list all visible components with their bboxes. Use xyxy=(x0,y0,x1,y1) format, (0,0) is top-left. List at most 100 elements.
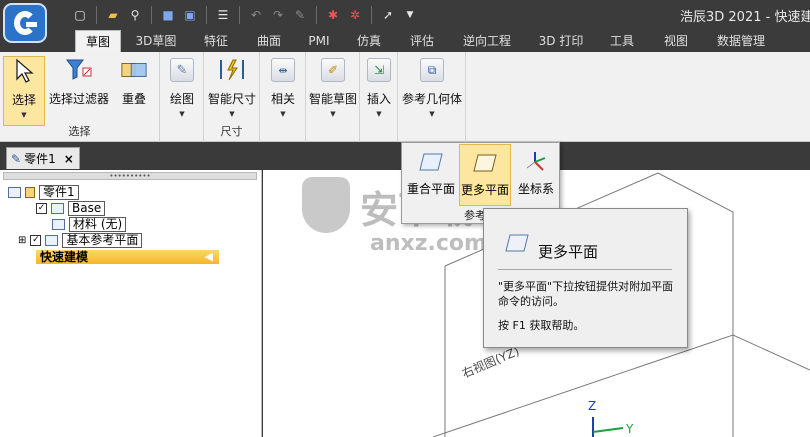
chevron-down-icon: ▼ xyxy=(429,110,435,118)
plane-icon xyxy=(45,235,59,246)
more-planes-item[interactable]: 更多平面 xyxy=(459,144,511,206)
more-planes-icon xyxy=(472,151,498,175)
ribbon: 选择 ▼ 选择过滤器 重叠 选择 ✎ 绘图 ▼ 智能尺寸 ▼ 尺寸 ⇹ 相关 ▼… xyxy=(0,52,810,142)
ref-geometry-icon: ⧉ xyxy=(418,56,446,84)
tree-root-node[interactable]: 零件1 xyxy=(8,185,79,200)
tab-evaluate[interactable]: 评估 xyxy=(400,30,444,52)
tools-icon[interactable]: ✎ xyxy=(290,5,310,25)
relations-button[interactable]: ⇹ 相关 ▼ xyxy=(266,56,300,118)
axis-z-label: Z xyxy=(588,399,597,413)
tooltip-help: 按 F1 获取帮助。 xyxy=(498,319,585,332)
overlap-button[interactable]: 重叠 xyxy=(114,56,154,107)
tab-tools[interactable]: 工具 xyxy=(600,30,644,52)
smart-sketch-button[interactable]: ✐ 智能草图 ▼ xyxy=(307,56,359,118)
tab-surfaces[interactable]: 曲面 xyxy=(247,30,291,52)
more-planes-tooltip: 更多平面 "更多平面"下拉按钮提供对附加平面命令的访问。 按 F1 获取帮助。 xyxy=(483,208,688,348)
smart-sketch-icon: ✐ xyxy=(319,56,347,84)
qat-separator xyxy=(316,6,317,24)
insert-button[interactable]: ⇲ 插入 ▼ xyxy=(363,56,395,118)
ref-geometry-button[interactable]: ⧉ 参考几何体 ▼ xyxy=(400,56,464,118)
part-tree-icon xyxy=(8,187,21,198)
tooltip-description: "更多平面"下拉按钮提供对附加平面命令的访问。 xyxy=(498,280,674,308)
save-as-icon[interactable]: ▣ xyxy=(180,5,200,25)
expand-icon[interactable]: ⊞ xyxy=(18,235,26,246)
group-label-select: 选择 xyxy=(68,125,91,138)
cursor-arrow-icon xyxy=(10,57,38,85)
undo-icon[interactable]: ↶ xyxy=(246,5,266,25)
app-logo-icon[interactable] xyxy=(3,3,47,43)
open-folder-icon[interactable]: ▰ xyxy=(103,5,123,25)
new-file-icon[interactable]: ▢ xyxy=(70,5,90,25)
window-title: 浩辰3D 2021 - 快速建模零 xyxy=(680,10,810,25)
quick-label: 快速建模 xyxy=(40,250,89,264)
collapse-arrow-icon[interactable]: ◀ xyxy=(205,250,213,264)
chevron-down-icon: ▼ xyxy=(229,110,235,118)
insert-icon: ⇲ xyxy=(365,56,393,84)
customize-icon[interactable]: ▼ xyxy=(400,5,420,25)
tab-3d-print[interactable]: 3D 打印 xyxy=(530,30,592,52)
title-bar: ▢ ▰ ⚲ ■ ▣ ☰ ↶ ↷ ✎ ✱ ✲ ➚ ▼ 浩辰3D 2021 - 快速… xyxy=(0,0,810,43)
symbol-check-icon[interactable]: ✲ xyxy=(345,5,365,25)
relations-icon: ⇹ xyxy=(269,56,297,84)
chevron-down-icon: ▼ xyxy=(280,110,286,118)
tooltip-divider xyxy=(498,269,672,270)
qat-separator xyxy=(371,6,372,24)
symbol-icon[interactable]: ✱ xyxy=(323,5,343,25)
tree-material-node[interactable]: 材料 (无) xyxy=(52,217,127,232)
qat-separator xyxy=(239,6,240,24)
overlap-icon xyxy=(120,56,148,84)
pointer-icon[interactable]: ➚ xyxy=(378,5,398,25)
tab-pmi[interactable]: PMI xyxy=(300,30,338,52)
coincident-plane-item[interactable]: 重合平面 xyxy=(405,144,457,206)
sketch-icon xyxy=(51,203,64,214)
ribbon-group-relations: ⇹ 相关 ▼ xyxy=(260,52,306,142)
visibility-checkbox[interactable]: ✓ xyxy=(36,203,47,214)
pane-grip[interactable]: •••••••••• xyxy=(3,172,257,180)
properties-icon[interactable]: ☰ xyxy=(213,5,233,25)
tab-3d-sketch[interactable]: 3D草图 xyxy=(127,30,185,52)
smart-dimension-button[interactable]: 智能尺寸 ▼ xyxy=(206,56,258,118)
coordinate-system-item[interactable]: 坐标系 xyxy=(513,144,559,206)
tree-planes-node[interactable]: ⊞ ✓ 基本参考平面 xyxy=(18,233,143,248)
tab-data-management[interactable]: 数据管理 xyxy=(708,30,774,52)
ribbon-group-dimension: 智能尺寸 ▼ 尺寸 xyxy=(204,52,260,142)
zoom-icon[interactable]: ⚲ xyxy=(125,5,145,25)
ribbon-group-select: 选择 ▼ 选择过滤器 重叠 选择 xyxy=(0,52,160,142)
tab-features[interactable]: 特征 xyxy=(194,30,238,52)
coordinate-system-icon xyxy=(523,150,549,174)
quick-modeling-bar[interactable]: 快速建模 ◀ xyxy=(36,250,219,264)
select-filter-button[interactable]: 选择过滤器 xyxy=(47,56,111,107)
chevron-down-icon: ▼ xyxy=(330,110,336,118)
ribbon-group-smart-sketch: ✐ 智能草图 ▼ xyxy=(306,52,360,142)
filter-icon xyxy=(65,56,93,84)
coincident-plane-icon xyxy=(418,150,444,174)
qat-separator xyxy=(96,6,97,24)
doc-tab-label: 零件1 xyxy=(24,152,56,166)
doc-tab-part1[interactable]: ✎ 零件1 × xyxy=(6,147,80,169)
visibility-checkbox[interactable]: ✓ xyxy=(30,235,42,246)
tab-sketch[interactable]: 草图 xyxy=(75,30,121,52)
chevron-down-icon: ▼ xyxy=(179,110,185,118)
group-label-dimension: 尺寸 xyxy=(220,125,243,138)
part-icon: ✎ xyxy=(11,151,22,166)
draw-button[interactable]: ✎ 绘图 ▼ xyxy=(164,56,200,118)
tab-view[interactable]: 视图 xyxy=(654,30,698,52)
save-icon[interactable]: ■ xyxy=(158,5,178,25)
chevron-down-icon: ▼ xyxy=(376,110,382,118)
draw-icon: ✎ xyxy=(168,56,196,84)
select-button[interactable]: 选择 ▼ xyxy=(3,56,45,126)
tooltip-plane-icon xyxy=(504,231,530,258)
qat-separator xyxy=(206,6,207,24)
tab-reverse-engineering[interactable]: 逆向工程 xyxy=(455,30,519,52)
tree-base-node[interactable]: ✓ Base xyxy=(36,201,106,216)
close-icon[interactable]: × xyxy=(64,152,74,166)
material-icon xyxy=(52,219,65,230)
axis-y-label: Y xyxy=(626,422,634,436)
ribbon-group-draw: ✎ 绘图 ▼ xyxy=(160,52,204,142)
chevron-down-icon: ▼ xyxy=(21,111,27,119)
redo-icon[interactable]: ↷ xyxy=(268,5,288,25)
ribbon-group-insert: ⇲ 插入 ▼ xyxy=(360,52,398,142)
qat-separator xyxy=(151,6,152,24)
tab-simulation[interactable]: 仿真 xyxy=(347,30,391,52)
tooltip-title: 更多平面 xyxy=(538,243,599,261)
